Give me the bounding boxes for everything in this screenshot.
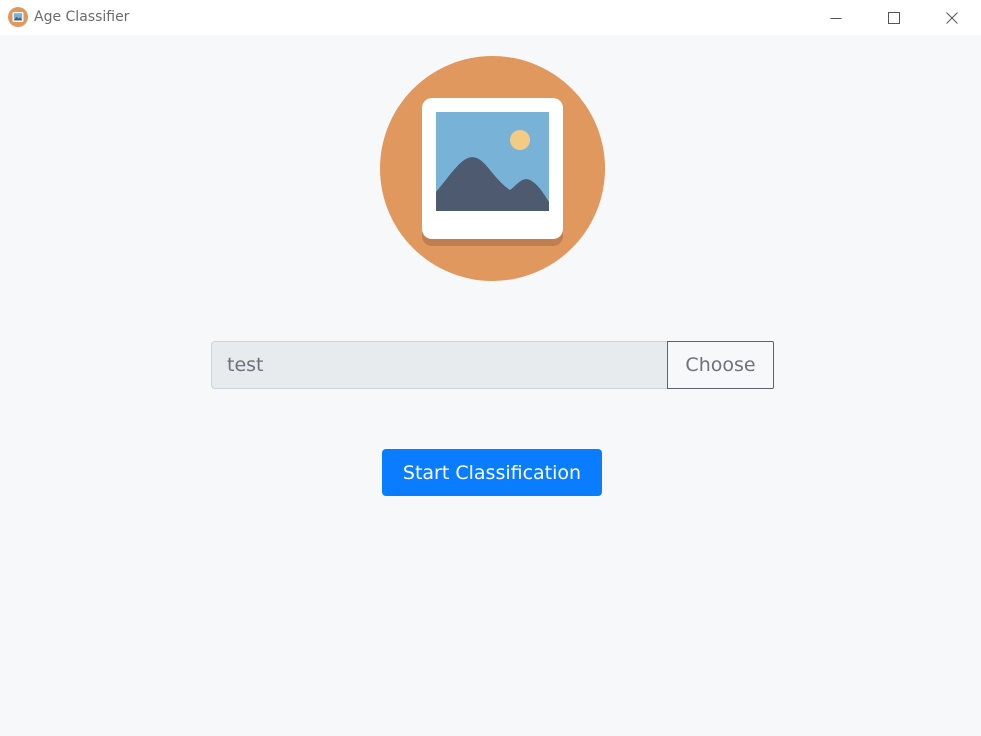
maximize-icon [888, 11, 900, 24]
minimize-button[interactable] [807, 0, 865, 35]
start-classification-button[interactable]: Start Classification [382, 449, 602, 496]
window-title: Age Classifier [34, 9, 130, 25]
file-path-input[interactable] [211, 341, 667, 389]
minimize-icon [830, 17, 842, 19]
file-picker: Choose [211, 341, 774, 389]
close-icon [946, 11, 958, 24]
image-placeholder-icon [380, 56, 605, 281]
title-bar: Age Classifier [0, 0, 981, 35]
choose-button[interactable]: Choose [667, 341, 774, 389]
close-button[interactable] [923, 0, 981, 35]
app-image-icon [8, 7, 28, 27]
maximize-button[interactable] [865, 0, 923, 35]
